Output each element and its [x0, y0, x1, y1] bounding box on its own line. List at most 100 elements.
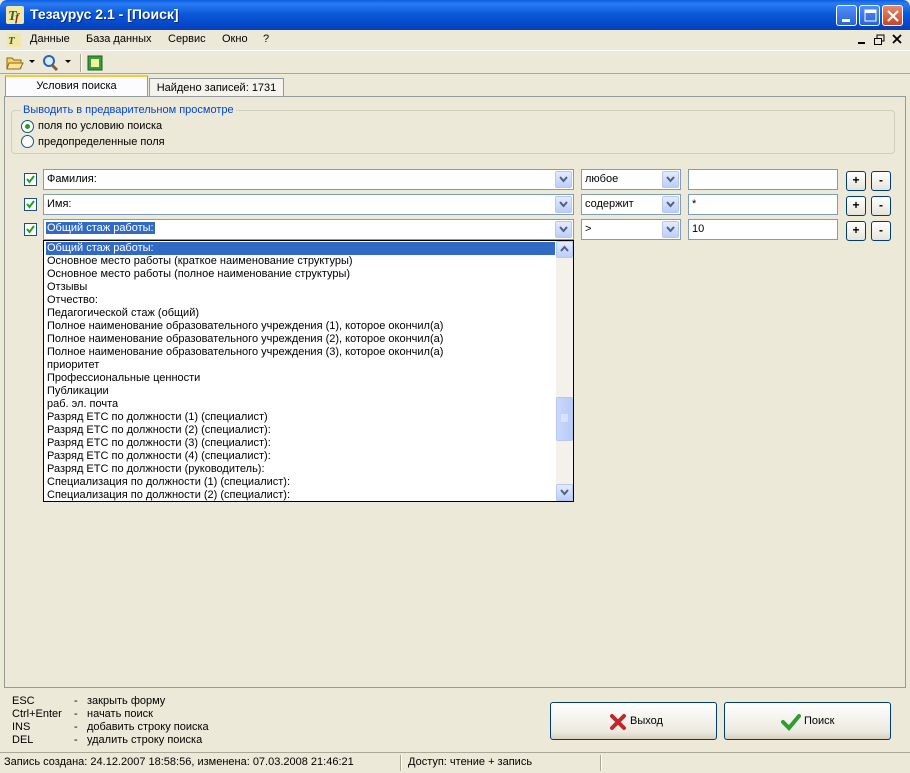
list-item[interactable]: Публикации — [46, 385, 110, 398]
list-item[interactable]: Основное место работы (краткое наименова… — [46, 255, 354, 268]
list-item[interactable]: Разряд ЕТС по должности (2) (специалист)… — [46, 424, 272, 437]
row-checkbox[interactable] — [24, 173, 37, 186]
title-bar[interactable]: T f Тезаурус 2.1 - [Поиск] — [0, 0, 910, 30]
list-item[interactable]: приоритет — [46, 359, 100, 372]
field-select[interactable]: Фамилия: — [43, 169, 574, 190]
menu-bar: T Данные База данных Сервис Окно ? — [0, 30, 910, 50]
folder-open-icon[interactable] — [6, 54, 28, 72]
hint-dash: - — [74, 708, 78, 720]
field-dropdown-list[interactable]: Общий стаж работы: Основное место работы… — [43, 240, 574, 502]
menu-help[interactable]: ? — [263, 33, 269, 45]
status-bar: Запись создана: 24.12.2007 18:58:56, изм… — [0, 752, 910, 773]
list-item[interactable]: Общий стаж работы: — [46, 242, 555, 255]
tab-search-conditions[interactable]: Условия поиска — [5, 75, 148, 97]
mdi-close-icon[interactable] — [891, 33, 904, 46]
operator-select[interactable]: любое — [581, 169, 681, 190]
operator-select-value: любое — [585, 173, 619, 185]
list-item[interactable]: Основное место работы (полное наименован… — [46, 268, 351, 281]
toolbar-separator — [80, 54, 82, 72]
chevron-down-icon[interactable] — [29, 60, 36, 65]
remove-row-button[interactable]: - — [871, 221, 891, 241]
list-item[interactable]: Отзывы — [46, 281, 88, 294]
list-item[interactable]: Разряд ЕТС по должности (4) (специалист)… — [46, 450, 272, 463]
field-select-open[interactable]: Общий стаж работы: — [43, 219, 574, 240]
mdi-document-icon[interactable]: T — [6, 32, 22, 48]
hint-text: добавить строку поиска — [87, 721, 209, 733]
dropdown-button[interactable] — [662, 171, 679, 188]
dropdown-button[interactable] — [662, 221, 679, 238]
operator-select[interactable]: > — [581, 219, 681, 240]
chevron-down-icon — [559, 201, 568, 208]
scroll-down-button[interactable] — [556, 484, 573, 501]
list-item[interactable]: Разряд ЕТС по должности (3) (специалист)… — [46, 437, 272, 450]
value-input[interactable]: * — [688, 194, 838, 215]
operator-select-value: > — [585, 223, 592, 235]
tab-found-records[interactable]: Найдено записей: 1731 — [149, 78, 284, 98]
tab-label: Условия поиска — [36, 80, 117, 92]
scroll-up-button[interactable] — [556, 241, 573, 258]
search-button[interactable]: Поиск — [724, 702, 891, 740]
exit-button[interactable]: Выход — [550, 702, 717, 740]
chevron-down-icon — [666, 176, 675, 183]
search-button-label: Поиск — [804, 715, 835, 727]
dropdown-scrollbar[interactable] — [556, 241, 573, 501]
dropdown-button[interactable] — [555, 171, 572, 188]
export-icon[interactable] — [87, 55, 103, 71]
remove-row-button[interactable]: - — [871, 171, 891, 191]
hint-dash: - — [74, 695, 78, 707]
radio-label: поля по условию поиска — [38, 120, 163, 132]
list-item[interactable]: раб. эл. почта — [46, 398, 119, 411]
value-input[interactable] — [688, 169, 838, 190]
radio-fields-by-condition[interactable] — [21, 120, 34, 133]
status-access: Доступ: чтение + запись — [408, 756, 533, 768]
status-separator — [400, 755, 402, 771]
close-button[interactable] — [882, 5, 903, 26]
operator-select[interactable]: содержит — [581, 194, 681, 215]
list-item[interactable]: Разряд ЕТС по должности (руководитель): — [46, 463, 266, 476]
window-title: Тезаурус 2.1 - [Поиск] — [30, 6, 179, 22]
mdi-minimize-icon[interactable] — [856, 33, 869, 46]
maximize-button[interactable] — [859, 5, 880, 26]
chevron-down-icon[interactable] — [65, 60, 72, 65]
tab-label: Найдено записей: 1731 — [156, 82, 277, 94]
list-item[interactable]: Полное наименование образовательного учр… — [46, 346, 444, 359]
search-magnifier-icon[interactable] — [41, 54, 61, 72]
minimize-icon — [842, 19, 850, 22]
list-item[interactable]: Специализация по должности (2) (специали… — [46, 489, 291, 501]
list-item[interactable]: Профессиональные ценности — [46, 372, 201, 385]
row-checkbox[interactable] — [24, 223, 37, 236]
row-checkbox[interactable] — [24, 198, 37, 211]
chevron-down-icon — [666, 201, 675, 208]
add-row-button[interactable]: + — [846, 171, 866, 191]
value-input[interactable]: 10 — [688, 219, 838, 240]
checkmark-icon — [26, 175, 35, 184]
dropdown-button[interactable] — [555, 221, 572, 238]
menu-service[interactable]: Сервис — [168, 33, 206, 45]
menu-window[interactable]: Окно — [222, 33, 248, 45]
list-item[interactable]: Отчество: — [46, 294, 99, 307]
mdi-restore-icon[interactable] — [873, 33, 886, 46]
app-logo-icon: T f — [6, 6, 24, 24]
add-row-button[interactable]: + — [846, 196, 866, 216]
menu-database[interactable]: База данных — [86, 33, 152, 45]
radio-label: предопределенные поля — [38, 136, 165, 148]
scroll-thumb[interactable] — [556, 397, 573, 441]
list-item[interactable]: Педагогической стаж (общий) — [46, 307, 200, 320]
hint-text: закрыть форму — [87, 695, 166, 707]
list-item[interactable]: Полное наименование образовательного учр… — [46, 320, 444, 333]
list-item[interactable]: Специализация по должности (1) (специали… — [46, 476, 291, 489]
checkmark-icon — [26, 225, 35, 234]
list-item[interactable]: Полное наименование образовательного учр… — [46, 333, 444, 346]
hint-key: INS — [12, 721, 31, 733]
field-select[interactable]: Имя: — [43, 194, 574, 215]
dropdown-button[interactable] — [662, 196, 679, 213]
remove-row-button[interactable]: - — [871, 196, 891, 216]
list-item[interactable]: Разряд ЕТС по должности (1) (специалист) — [46, 411, 269, 424]
menu-data[interactable]: Данные — [30, 33, 70, 45]
radio-predefined-fields[interactable] — [21, 135, 34, 148]
hint-dash: - — [74, 721, 78, 733]
minimize-button[interactable] — [836, 5, 857, 26]
dropdown-button[interactable] — [555, 196, 572, 213]
field-select-value: Фамилия: — [47, 173, 97, 185]
add-row-button[interactable]: + — [846, 221, 866, 241]
